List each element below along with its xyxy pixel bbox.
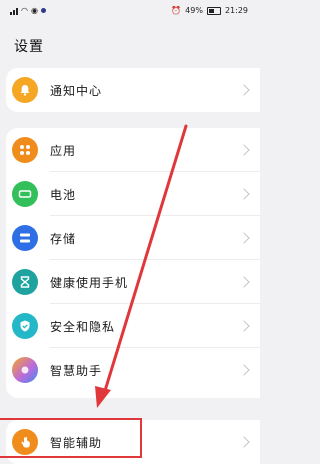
annotation-arrow	[95, 124, 188, 408]
